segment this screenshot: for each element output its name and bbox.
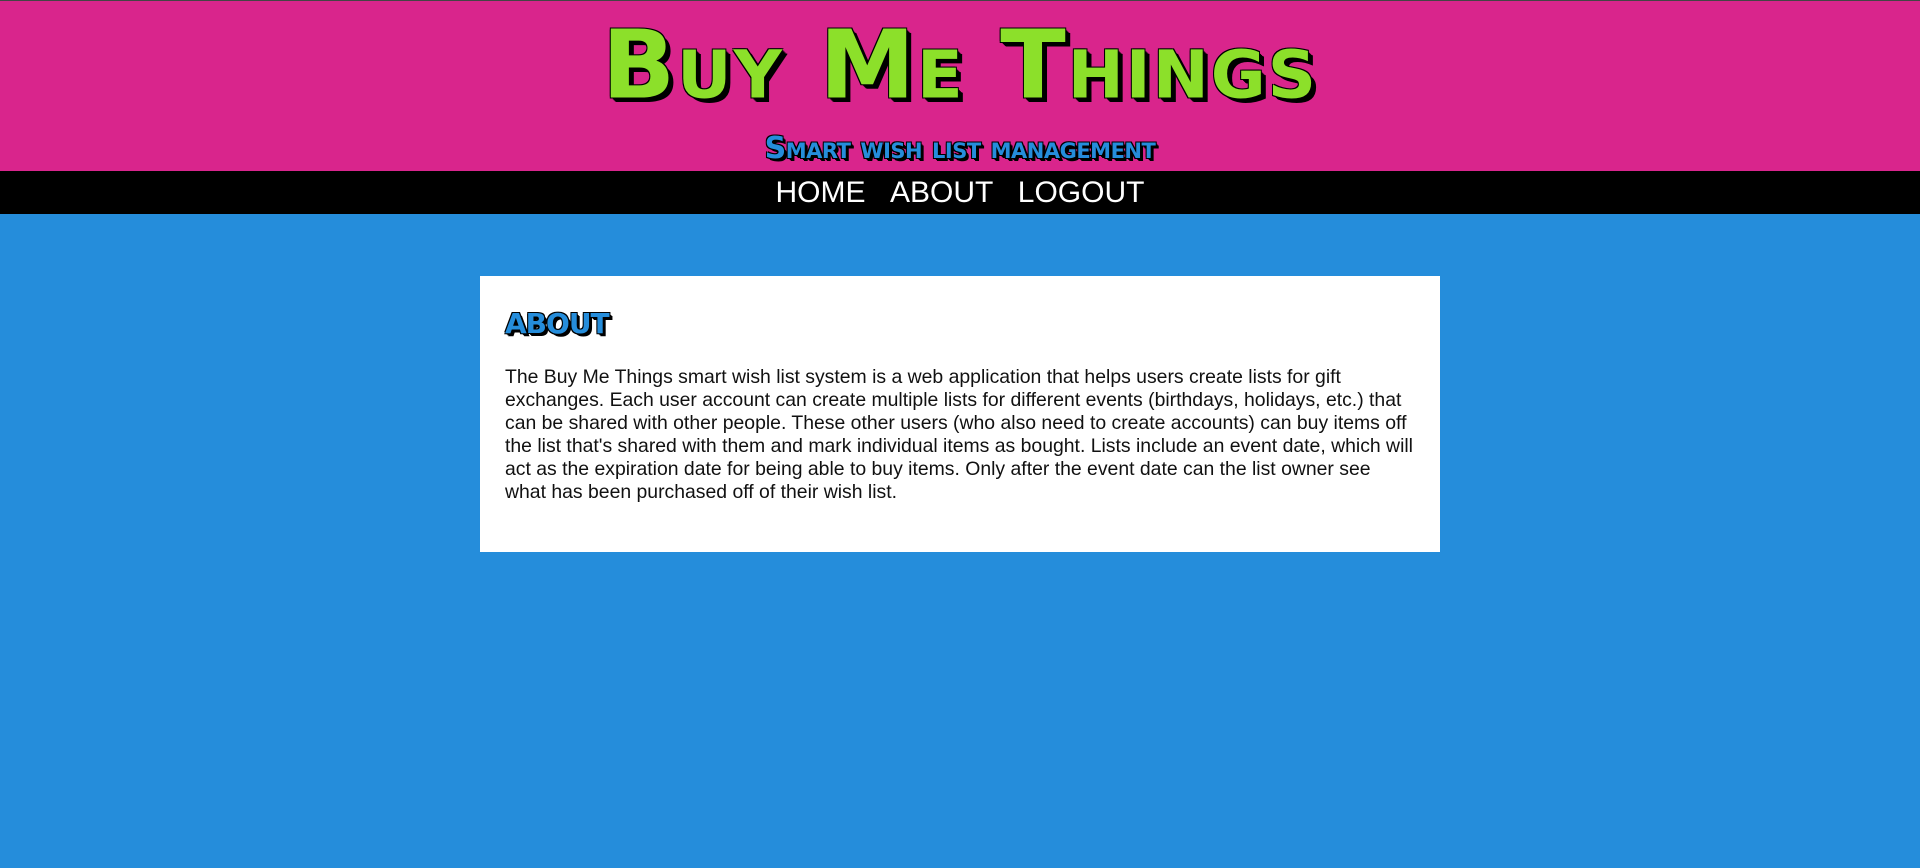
nav-home-link[interactable]: HOME xyxy=(776,171,866,214)
about-heading: ABOUT xyxy=(505,307,610,340)
site-title: Buy Me Things xyxy=(601,10,1319,120)
nav-logout-link[interactable]: LOGOUT xyxy=(1018,171,1145,214)
site-header: Buy Me Things Smart wish list management xyxy=(0,0,1920,171)
about-card: ABOUT The Buy Me Things smart wish list … xyxy=(480,276,1440,552)
nav-about-link[interactable]: ABOUT xyxy=(890,171,993,214)
main-nav: HOME ABOUT LOGOUT xyxy=(0,171,1920,214)
about-text: The Buy Me Things smart wish list system… xyxy=(505,366,1413,503)
site-tagline: Smart wish list management xyxy=(764,131,1156,166)
